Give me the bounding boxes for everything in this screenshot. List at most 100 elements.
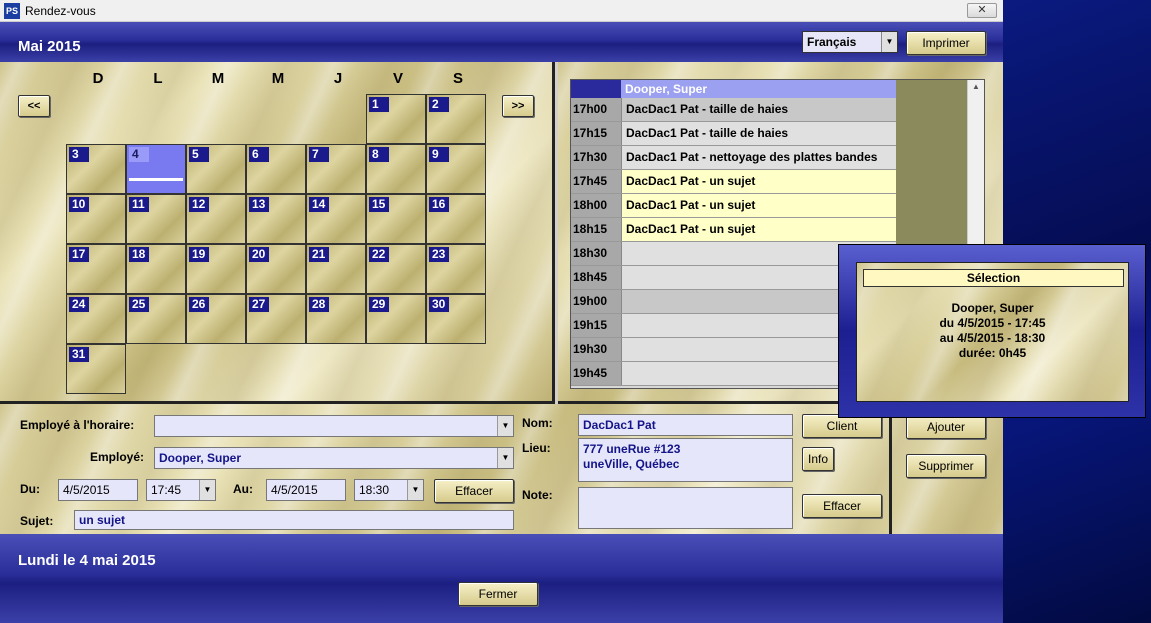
calendar-day[interactable]: 7	[306, 144, 366, 194]
schedule-time: 17h00	[571, 98, 621, 121]
employee-select[interactable]: Dooper, Super ▼	[154, 447, 514, 469]
calendar-day[interactable]: 11	[126, 194, 186, 244]
day-number: 7	[309, 147, 329, 162]
next-month-button[interactable]: >>	[502, 95, 534, 117]
add-button[interactable]: Ajouter	[906, 415, 986, 439]
schedule-row[interactable]: 18h00 DacDac1 Pat - un sujet	[571, 194, 896, 218]
schedule-row[interactable]: 17h45 DacDac1 Pat - un sujet	[571, 170, 896, 194]
day-number: 6	[249, 147, 269, 162]
window-close-button[interactable]: ✕	[967, 3, 997, 18]
day-number: 26	[189, 297, 209, 312]
day-number: 28	[309, 297, 329, 312]
info-button[interactable]: Info	[802, 447, 834, 471]
footer-band: Lundi le 4 mai 2015 Fermer	[0, 534, 1003, 623]
chevron-down-icon[interactable]: ▼	[407, 480, 423, 500]
schedule-row[interactable]: 18h15 DacDac1 Pat - un sujet	[571, 218, 896, 242]
calendar-day[interactable]: 6	[246, 144, 306, 194]
to-time-select[interactable]: 18:30 ▼	[354, 479, 424, 501]
employee-schedule-label: Employé à l'horaire:	[20, 418, 135, 432]
schedule-time: 18h45	[571, 266, 621, 289]
chevron-down-icon[interactable]: ▼	[881, 32, 897, 52]
calendar-day[interactable]: 17	[66, 244, 126, 294]
schedule-row[interactable]: 17h15 DacDac1 Pat - taille de haies	[571, 122, 896, 146]
window-title: Rendez-vous	[25, 3, 96, 18]
schedule-description: DacDac1 Pat - un sujet	[621, 170, 896, 193]
from-time-select[interactable]: 17:45 ▼	[146, 479, 216, 501]
calendar-day[interactable]: 9	[426, 144, 486, 194]
calendar-day[interactable]: 1	[366, 94, 426, 144]
day-number: 18	[129, 247, 149, 262]
day-number: 15	[369, 197, 389, 212]
schedule-time: 19h30	[571, 338, 621, 361]
day-number: 4	[129, 147, 149, 162]
employee-value: Dooper, Super	[159, 451, 242, 465]
selection-duration: durée: 0h45	[958, 346, 1027, 360]
schedule-row[interactable]: 17h00 DacDac1 Pat - taille de haies	[571, 98, 896, 122]
day-number: 24	[69, 297, 89, 312]
calendar-day[interactable]: 21	[306, 244, 366, 294]
place-line-2: uneVille, Québec	[583, 457, 680, 471]
weekday-label: V	[392, 70, 403, 87]
calendar-day[interactable]: 24	[66, 294, 126, 344]
day-number: 2	[429, 97, 449, 112]
note-field[interactable]	[578, 487, 793, 529]
weekday-label: D	[92, 70, 104, 87]
chevron-down-icon[interactable]: ▼	[199, 480, 215, 500]
chevron-down-icon[interactable]: ▼	[497, 448, 513, 468]
schedule-time: 17h15	[571, 122, 621, 145]
day-number: 5	[189, 147, 209, 162]
name-field[interactable]: DacDac1 Pat	[578, 414, 793, 436]
weekday-label: J	[333, 70, 343, 87]
from-label: Du:	[20, 482, 40, 496]
calendar-day[interactable]: 15	[366, 194, 426, 244]
prev-month-button[interactable]: <<	[18, 95, 50, 117]
delete-button[interactable]: Supprimer	[906, 454, 986, 478]
calendar-day[interactable]: 12	[186, 194, 246, 244]
calendar-day[interactable]: 27	[246, 294, 306, 344]
from-date-field[interactable]: 4/5/2015	[58, 479, 138, 501]
day-number: 31	[69, 347, 89, 362]
schedule-time: 19h00	[571, 290, 621, 313]
language-select[interactable]: Français ▼	[802, 31, 898, 53]
calendar-day[interactable]: 4	[126, 144, 186, 194]
to-date-field[interactable]: 4/5/2015	[266, 479, 346, 501]
calendar-day[interactable]: 19	[186, 244, 246, 294]
calendar-day[interactable]: 14	[306, 194, 366, 244]
selection-title: Sélection	[863, 269, 1124, 287]
calendar-day[interactable]: 26	[186, 294, 246, 344]
calendar-day[interactable]: 18	[126, 244, 186, 294]
form-divider	[889, 404, 892, 534]
day-number: 17	[69, 247, 89, 262]
calendar-day[interactable]: 29	[366, 294, 426, 344]
calendar-day[interactable]: 10	[66, 194, 126, 244]
place-field[interactable]: 777 uneRue #123 uneVille, Québec	[578, 438, 793, 482]
calendar-day[interactable]: 5	[186, 144, 246, 194]
name-label: Nom:	[522, 416, 553, 430]
calendar-day[interactable]: 30	[426, 294, 486, 344]
subject-field[interactable]: un sujet	[74, 510, 514, 530]
employee-schedule-select[interactable]: ▼	[154, 415, 514, 437]
calendar-day[interactable]: 23	[426, 244, 486, 294]
chevron-down-icon[interactable]: ▼	[497, 416, 513, 436]
close-button[interactable]: Fermer	[458, 582, 538, 606]
calendar-day[interactable]: 25	[126, 294, 186, 344]
calendar-day[interactable]: 28	[306, 294, 366, 344]
calendar-day[interactable]: 16	[426, 194, 486, 244]
calendar-day[interactable]: 8	[366, 144, 426, 194]
calendar-day[interactable]: 31	[66, 344, 126, 394]
calendar-day[interactable]: 22	[366, 244, 426, 294]
calendar-day[interactable]: 20	[246, 244, 306, 294]
schedule-time: 17h45	[571, 170, 621, 193]
calendar-day[interactable]: 2	[426, 94, 486, 144]
day-number: 29	[369, 297, 389, 312]
print-button[interactable]: Imprimer	[906, 31, 986, 55]
selection-to: au 4/5/2015 - 18:30	[939, 331, 1046, 345]
clear-client-button[interactable]: Effacer	[802, 494, 882, 518]
calendar-day[interactable]: 3	[66, 144, 126, 194]
calendar-day[interactable]: 13	[246, 194, 306, 244]
scroll-up-icon[interactable]: ▲	[972, 82, 980, 91]
clear-dates-button[interactable]: Effacer	[434, 479, 514, 503]
day-number: 27	[249, 297, 269, 312]
day-number: 12	[189, 197, 209, 212]
schedule-row[interactable]: 17h30 DacDac1 Pat - nettoyage des plattes…	[571, 146, 896, 170]
